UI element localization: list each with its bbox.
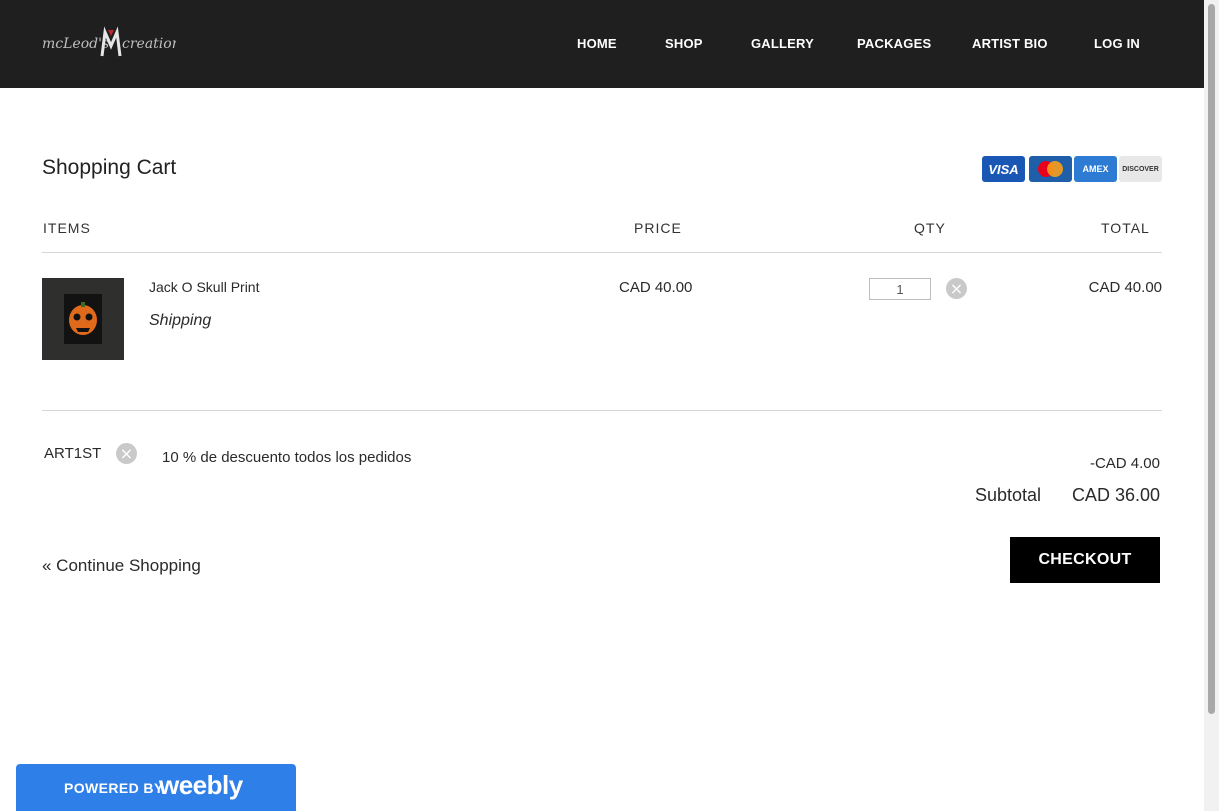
checkout-button[interactable]: CHECKOUT [1010, 537, 1160, 583]
discover-card-icon: DISCOVER [1119, 156, 1162, 182]
col-items-header: ITEMS [43, 220, 91, 236]
amex-card-icon: AMEX [1074, 156, 1117, 182]
subtotal-label: Subtotal [975, 485, 1042, 505]
product-name[interactable]: Jack O Skull Print [149, 279, 259, 295]
subtotal-value: CAD 36.00 [1071, 485, 1160, 505]
mastercard-card-icon [1029, 156, 1072, 182]
product-total: CAD 40.00 [1088, 279, 1162, 296]
nav-gallery[interactable]: GALLERY [751, 36, 814, 51]
coupon-description: 10 % de descuento todos los pedidos [162, 449, 412, 466]
items-divider [42, 410, 1162, 411]
powered-by-weebly-badge[interactable]: POWERED BY weebly [16, 764, 296, 811]
col-total-header: TOTAL [1101, 220, 1150, 236]
quantity-input[interactable] [869, 278, 931, 300]
col-price-header: PRICE [634, 220, 682, 236]
nav-artist-bio[interactable]: ARTIST BIO [972, 36, 1048, 51]
page-title: Shopping Cart [42, 156, 177, 179]
remove-item-icon[interactable]: × [946, 278, 967, 299]
remove-coupon-icon[interactable]: × [116, 443, 137, 464]
nav-log-in[interactable]: LOG IN [1094, 36, 1140, 51]
discount-amount: -CAD 4.00 [1089, 455, 1160, 472]
weebly-logo: weebly [159, 770, 243, 800]
nav-shop[interactable]: SHOP [665, 36, 703, 51]
header-divider [42, 252, 1162, 253]
col-qty-header: QTY [914, 220, 946, 236]
site-header: mcLeod's creations HOME SHOP GALLERY PAC… [0, 0, 1204, 88]
main-nav: HOME SHOP GALLERY PACKAGES ARTIST BIO LO… [0, 0, 1204, 88]
visa-card-icon: VISA [982, 156, 1025, 182]
coupon-code: ART1ST [44, 445, 102, 462]
product-shipping: Shipping [149, 312, 212, 329]
page-scrollbar[interactable] [1204, 0, 1219, 811]
product-thumbnail[interactable] [42, 278, 124, 360]
product-price: CAD 40.00 [619, 279, 693, 296]
powered-by-text: POWERED BY [64, 780, 164, 796]
scrollbar-thumb[interactable] [1208, 4, 1215, 714]
nav-packages[interactable]: PACKAGES [857, 36, 931, 51]
nav-home[interactable]: HOME [577, 36, 617, 51]
continue-shopping-link[interactable]: « Continue Shopping [42, 556, 201, 576]
